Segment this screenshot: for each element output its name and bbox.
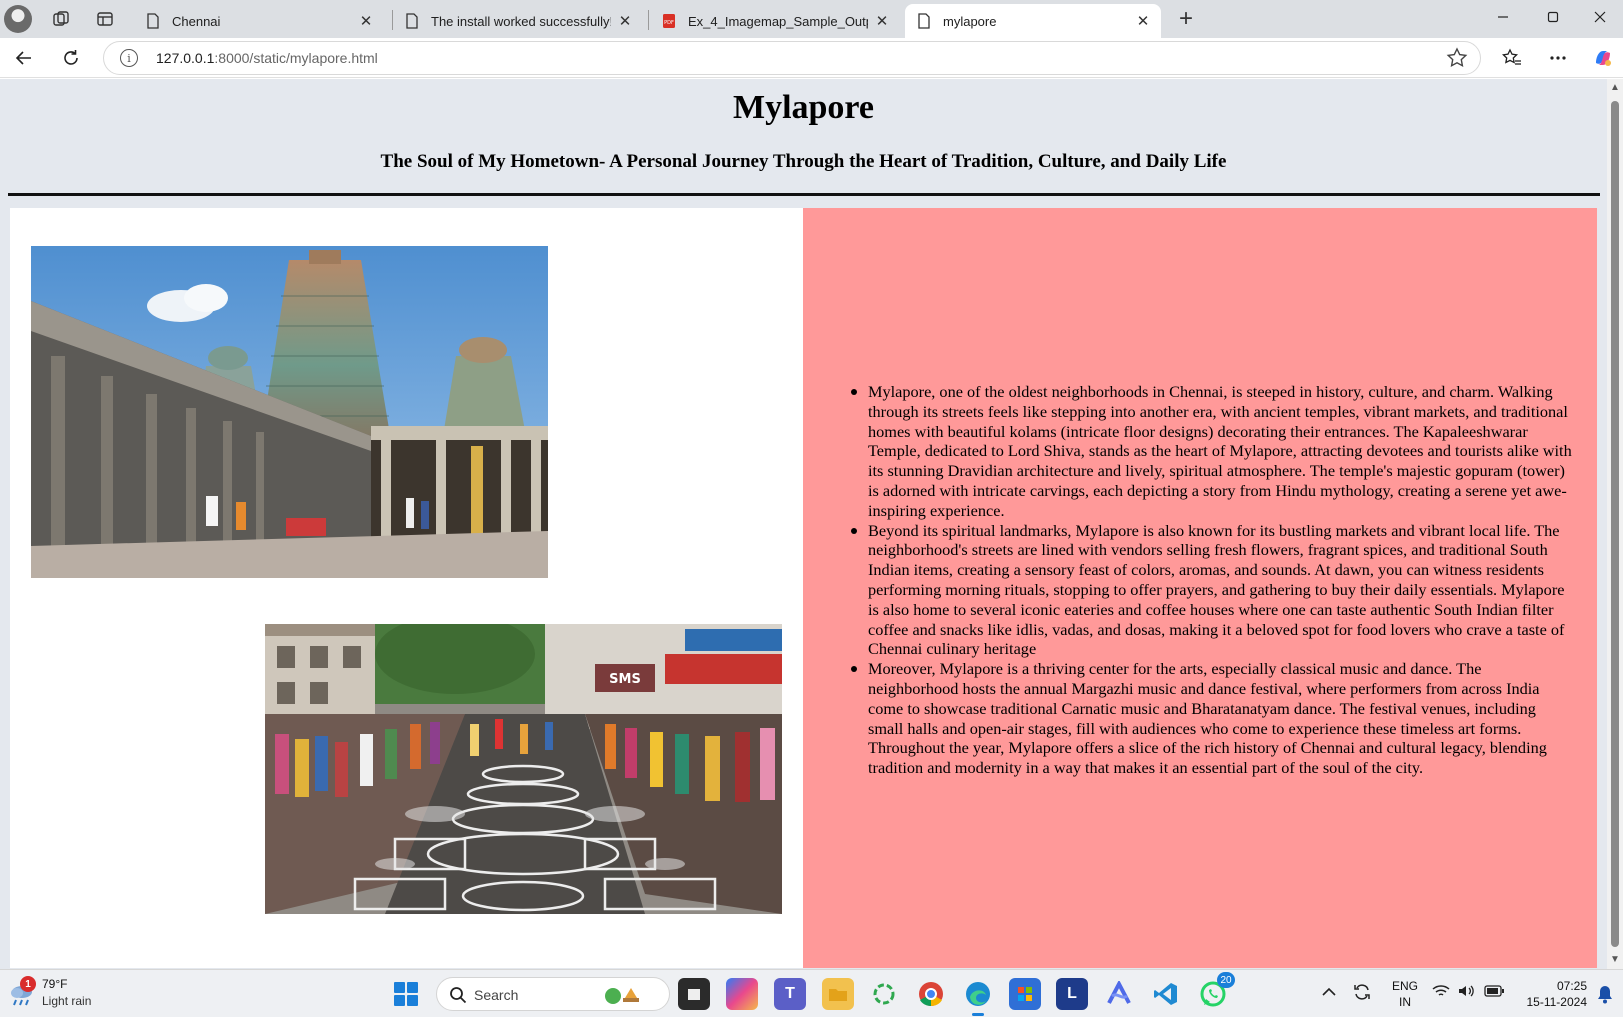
close-icon[interactable]: ✕ (617, 13, 633, 30)
page-scrollbar[interactable]: ▲ ▼ (1607, 79, 1623, 969)
arc-app[interactable] (1103, 978, 1135, 1010)
profile-avatar[interactable] (4, 5, 32, 33)
copilot-button[interactable] (1588, 44, 1618, 72)
close-window-button[interactable] (1577, 2, 1623, 32)
chrome-app[interactable] (915, 978, 947, 1010)
region-code: IN (1399, 995, 1411, 1009)
scroll-down-icon[interactable]: ▼ (1610, 955, 1620, 965)
volume-icon[interactable] (1457, 984, 1475, 1001)
close-icon[interactable]: ✕ (358, 13, 374, 30)
start-button[interactable] (394, 982, 418, 1006)
favorite-star-icon[interactable] (1446, 47, 1468, 69)
bullet-item: Moreover, Mylapore is a thriving center … (851, 659, 1575, 778)
tab-mylapore[interactable]: mylapore ✕ (905, 4, 1161, 38)
kapaleeshwarar-temple-photo[interactable] (31, 246, 548, 578)
url-host: 127.0.0.1 (156, 50, 215, 66)
system-clock[interactable]: 07:25 15-11-2024 (1515, 978, 1588, 1010)
bullet-item: Beyond its spiritual landmarks, Mylapore… (851, 521, 1575, 660)
bullet-item: Mylapore, one of the oldest neighborhood… (851, 382, 1575, 521)
store-app[interactable] (1009, 978, 1041, 1010)
copilot-icon (1596, 51, 1611, 66)
url-path: :8000/static/mylapore.html (214, 50, 378, 66)
whatsapp-badge: 20 (1217, 972, 1235, 988)
maximize-button[interactable] (1530, 2, 1576, 32)
image-panel: SMS (10, 208, 803, 968)
minimize-button[interactable] (1480, 2, 1526, 32)
more-options-button[interactable] (1543, 44, 1573, 72)
notification-bell-icon[interactable] (1596, 984, 1614, 1004)
tab-title: Ex_4_Imagemap_Sample_Output[ (688, 13, 868, 29)
battery-icon[interactable] (1484, 984, 1504, 1000)
page-title: Mylapore (732, 89, 874, 126)
vertical-tabs-icon[interactable] (94, 8, 116, 30)
tab-title: Chennai (172, 13, 221, 29)
bullet-list: Mylapore, one of the oldest neighborhood… (851, 382, 1575, 778)
horizontal-rule (8, 193, 1600, 196)
ellipsis-icon (1550, 56, 1566, 60)
kolam-street-festival-photo[interactable]: SMS (265, 624, 782, 914)
clock-date: 15-11-2024 (1526, 995, 1588, 1009)
whatsapp-app[interactable]: 20 (1197, 972, 1235, 1010)
edge-app[interactable] (962, 978, 994, 1016)
text-panel: Mylapore, one of the oldest neighborhood… (803, 208, 1597, 968)
address-bar[interactable]: i 127.0.0.1:8000/static/mylapore.html (103, 41, 1481, 75)
search-icon (450, 987, 467, 1004)
language-code: ENG (1392, 979, 1419, 993)
close-icon[interactable]: ✕ (1135, 13, 1151, 30)
weather-badge: 1 (20, 976, 36, 992)
site-info-icon[interactable]: i (120, 49, 138, 67)
refresh-button[interactable] (56, 44, 86, 72)
chevron-up-icon[interactable] (1322, 984, 1336, 1000)
vscode-app[interactable] (1150, 978, 1182, 1010)
search-highlight-icon (605, 988, 639, 1004)
close-icon[interactable]: ✕ (874, 13, 890, 30)
svg-text:PDF: PDF (664, 20, 674, 26)
tab-title: The install worked successfully! Co (431, 13, 611, 29)
back-button[interactable] (9, 44, 39, 72)
workspaces-icon[interactable] (50, 8, 72, 30)
tab-bar: Chennai ✕ The install worked successfull… (0, 0, 1623, 38)
folder-app[interactable] (822, 978, 854, 1010)
scroll-up-icon[interactable]: ▲ (1610, 83, 1620, 93)
copilot-app[interactable] (726, 978, 758, 1010)
page-icon (406, 13, 418, 29)
weather-description[interactable]: Light rain (42, 994, 91, 1008)
tab-title: mylapore (943, 13, 997, 29)
page-viewport: Mylapore The Soul of My Hometown- A Pers… (0, 79, 1607, 969)
back-arrow-icon (15, 51, 31, 65)
search-placeholder: Search (474, 987, 519, 1003)
taskbar-search[interactable]: Search (436, 977, 670, 1011)
taskbar: 1 79°F Light rain Search T L 20 ENG IN 0… (0, 969, 1623, 1017)
sync-icon[interactable] (1352, 982, 1372, 1005)
svg-text:SMS: SMS (609, 672, 641, 687)
tab-chennai[interactable]: Chennai ✕ (134, 4, 384, 38)
page-subtitle: The Soul of My Hometown- A Personal Jour… (380, 151, 1227, 172)
refresh-icon (64, 50, 78, 65)
browser-toolbar: i 127.0.0.1:8000/static/mylapore.html (0, 38, 1623, 78)
tab-imagemap-pdf[interactable]: PDF Ex_4_Imagemap_Sample_Output[ ✕ (650, 4, 900, 38)
teams-app[interactable]: T (774, 978, 806, 1010)
clock-time: 07:25 (1556, 979, 1587, 993)
page-icon (147, 13, 159, 29)
wifi-icon[interactable] (1432, 984, 1450, 1001)
file-explorer-app[interactable] (678, 978, 710, 1010)
page-icon (918, 13, 930, 29)
language-indicator[interactable]: ENG IN (1392, 978, 1418, 1010)
tab-install-worked[interactable]: The install worked successfully! Co ✕ (393, 4, 643, 38)
pdf-icon: PDF (663, 14, 675, 28)
l-app[interactable]: L (1056, 978, 1088, 1010)
favorites-icon (1502, 48, 1521, 65)
tab-separator (648, 10, 649, 30)
weather-temperature[interactable]: 79°F (42, 977, 67, 991)
scroll-thumb[interactable] (1611, 101, 1619, 947)
new-tab-button[interactable]: + (1173, 5, 1199, 32)
refresh-app[interactable] (868, 978, 900, 1010)
url-text[interactable]: 127.0.0.1:8000/static/mylapore.html (156, 50, 378, 66)
favorites-button[interactable] (1497, 44, 1527, 72)
